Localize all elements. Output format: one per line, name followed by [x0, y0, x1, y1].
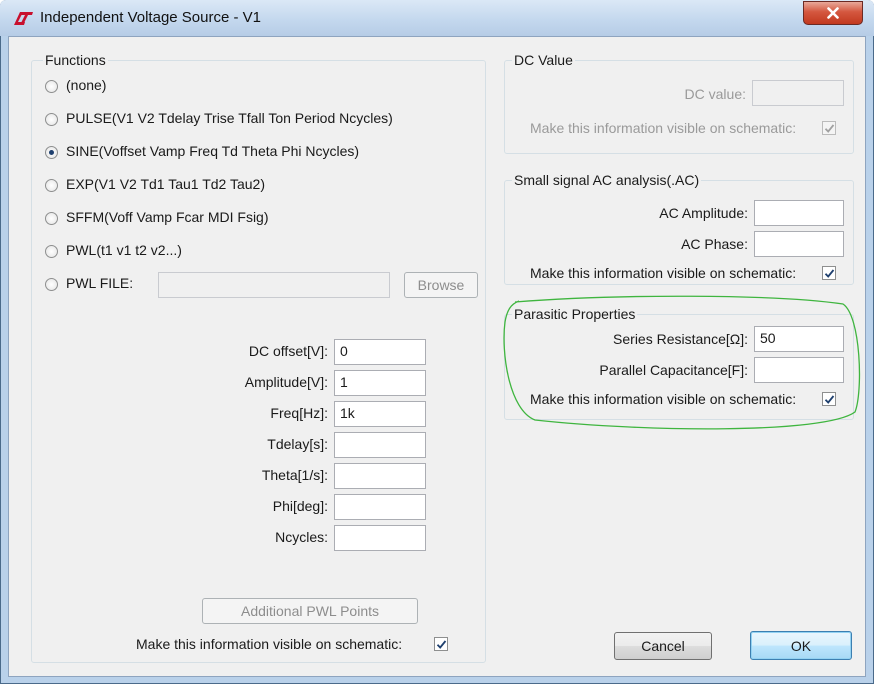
dc-offset-input[interactable]: 0 — [334, 339, 426, 365]
checkmark-icon — [824, 123, 834, 133]
ac-visible-checkbox[interactable] — [822, 266, 836, 280]
ncycles-input[interactable] — [334, 525, 426, 551]
radio-sffm[interactable] — [45, 212, 58, 225]
functions-visible-label: Make this information visible on schemat… — [136, 636, 403, 652]
phi-input[interactable] — [334, 494, 426, 520]
dc-value-visible-checkbox[interactable] — [822, 121, 836, 135]
dc-value-visible-label: Make this information visible on schemat… — [530, 120, 797, 136]
close-button[interactable] — [803, 1, 863, 25]
radio-none[interactable] — [45, 80, 58, 93]
dc-value-group — [504, 60, 854, 154]
radio-pwl[interactable] — [45, 245, 58, 258]
radio-exp[interactable] — [45, 179, 58, 192]
dc-value-legend: DC Value — [512, 52, 575, 68]
checkmark-icon — [436, 639, 446, 649]
ac-phase-label: AC Phase: — [681, 236, 748, 252]
additional-pwl-points-button[interactable]: Additional PWL Points — [202, 598, 418, 624]
title-bar[interactable]: Independent Voltage Source - V1 — [0, 0, 874, 36]
radio-sffm-label: SFFM(Voff Vamp Fcar MDI Fsig) — [66, 209, 269, 225]
browse-button[interactable]: Browse — [404, 272, 478, 298]
radio-pwl-file-label: PWL FILE: — [66, 275, 134, 291]
param-label: Theta[1/s]: — [261, 467, 328, 483]
param-label: Phi[deg]: — [272, 498, 328, 514]
functions-visible-checkbox[interactable] — [434, 637, 448, 651]
ac-amplitude-input[interactable] — [754, 200, 844, 226]
ltspice-logo-icon — [14, 12, 33, 25]
ac-visible-label: Make this information visible on schemat… — [530, 265, 797, 281]
cancel-button[interactable]: Cancel — [614, 632, 712, 660]
param-label: Tdelay[s]: — [267, 436, 328, 452]
radio-sine-label: SINE(Voffset Vamp Freq Td Theta Phi Ncyc… — [66, 143, 360, 159]
ac-amplitude-label: AC Amplitude: — [659, 205, 748, 221]
radio-pulse[interactable] — [45, 113, 58, 126]
ok-button[interactable]: OK — [750, 631, 852, 660]
param-label: Amplitude[V]: — [244, 374, 328, 390]
pwl-file-input[interactable] — [158, 272, 390, 298]
radio-pwl-label: PWL(t1 v1 t2 v2...) — [66, 242, 182, 258]
window-title: Independent Voltage Source - V1 — [40, 9, 262, 26]
amplitude-input[interactable]: 1 — [334, 370, 426, 396]
ac-phase-input[interactable] — [754, 231, 844, 257]
radio-pulse-label: PULSE(V1 V2 Tdelay Trise Tfall Ton Perio… — [66, 110, 393, 126]
param-label: Ncycles: — [275, 529, 328, 545]
param-label: Freq[Hz]: — [270, 405, 328, 421]
freq-input[interactable]: 1k — [334, 401, 426, 427]
dc-value-label: DC value: — [684, 86, 746, 102]
tdelay-input[interactable] — [334, 432, 426, 458]
radio-pwl-file[interactable] — [45, 278, 58, 291]
checkmark-icon — [824, 268, 834, 278]
radio-sine[interactable] — [45, 146, 58, 159]
close-icon — [827, 7, 839, 19]
radio-exp-label: EXP(V1 V2 Td1 Tau1 Td2 Tau2) — [66, 176, 265, 192]
functions-legend: Functions — [43, 52, 108, 68]
theta-input[interactable] — [334, 463, 426, 489]
dc-value-input[interactable] — [752, 80, 844, 106]
param-label: DC offset[V]: — [248, 343, 328, 359]
annotation-highlight-ellipse — [503, 295, 861, 430]
ac-analysis-legend: Small signal AC analysis(.AC) — [512, 172, 702, 188]
radio-none-label: (none) — [66, 77, 107, 93]
